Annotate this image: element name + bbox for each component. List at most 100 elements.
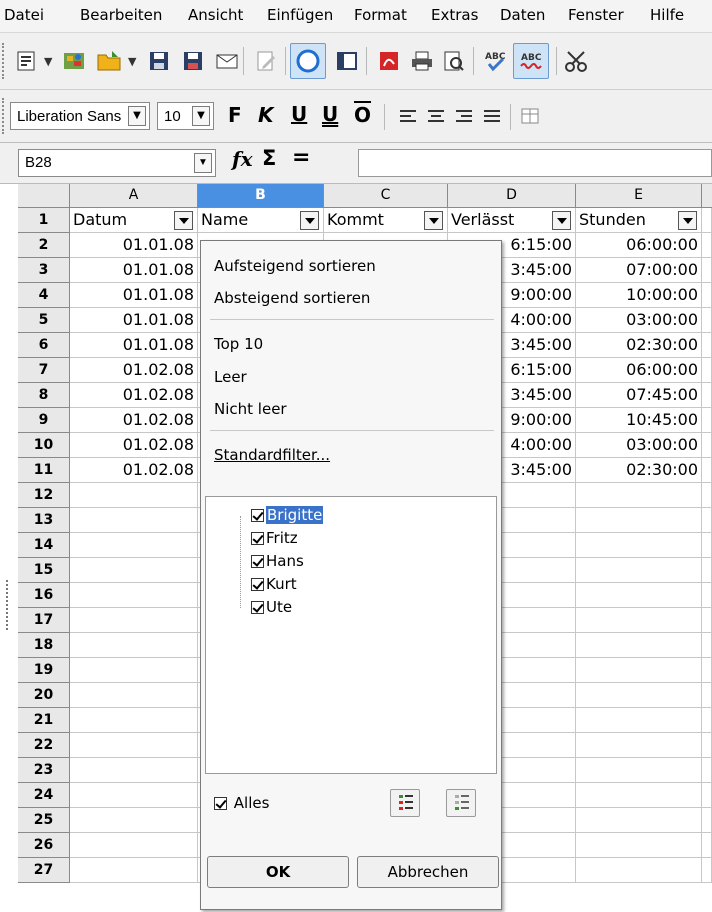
sum-button[interactable]: Σ — [262, 146, 276, 170]
select-current-only-icon[interactable] — [390, 789, 420, 817]
cell[interactable] — [702, 283, 712, 308]
cell[interactable] — [702, 658, 712, 683]
row-header[interactable]: 2 — [18, 233, 70, 258]
cancel-button[interactable]: Abbrechen — [357, 856, 499, 888]
save-icon[interactable] — [143, 45, 175, 77]
cell[interactable] — [576, 758, 702, 783]
cut-icon[interactable] — [560, 45, 592, 77]
function-wizard-button[interactable]: fx — [232, 147, 253, 171]
checkbox-checked-icon[interactable] — [251, 601, 264, 614]
cell[interactable] — [576, 858, 702, 883]
open-folder-icon[interactable] — [93, 45, 125, 77]
cell[interactable] — [70, 833, 198, 858]
column-header-c[interactable]: C — [324, 184, 448, 208]
auto-spellcheck-icon[interactable]: ABC — [513, 43, 549, 79]
cell[interactable] — [70, 508, 198, 533]
cell[interactable] — [702, 683, 712, 708]
draw-functions-icon[interactable] — [290, 43, 326, 79]
new-document-icon[interactable] — [10, 45, 42, 77]
cell[interactable] — [702, 808, 712, 833]
row-header[interactable]: 22 — [18, 733, 70, 758]
cell[interactable] — [702, 408, 712, 433]
row-header[interactable]: 24 — [18, 783, 70, 808]
justify-icon[interactable] — [476, 100, 508, 132]
cell[interactable] — [702, 533, 712, 558]
row-header[interactable]: 12 — [18, 483, 70, 508]
checkbox-checked-icon[interactable] — [251, 578, 264, 591]
row-header[interactable]: 27 — [18, 858, 70, 883]
autofilter-dropdown-button[interactable] — [552, 211, 571, 230]
row-header[interactable]: 15 — [18, 558, 70, 583]
column-header-b[interactable]: B — [198, 184, 324, 208]
row-header[interactable]: 18 — [18, 633, 70, 658]
cell[interactable] — [70, 483, 198, 508]
cell[interactable]: 01.01.08 — [70, 333, 198, 358]
row-header[interactable]: 9 — [18, 408, 70, 433]
chevron-down-icon[interactable]: ▼ — [44, 55, 52, 68]
cell[interactable] — [70, 558, 198, 583]
row-header[interactable]: 13 — [18, 508, 70, 533]
cell[interactable]: 01.02.08 — [70, 458, 198, 483]
unselect-current-only-icon[interactable] — [446, 789, 476, 817]
bold-button[interactable]: F — [228, 102, 242, 128]
cell[interactable] — [702, 783, 712, 808]
cell[interactable]: 06:00:00 — [576, 358, 702, 383]
cell[interactable]: 02:30:00 — [576, 333, 702, 358]
menu-bearbeiten[interactable]: Bearbeiten — [80, 6, 162, 24]
select-all-checkbox[interactable]: Alles — [214, 793, 269, 813]
merge-cells-icon[interactable] — [514, 100, 546, 132]
cell[interactable] — [576, 733, 702, 758]
menu-hilfe[interactable]: Hilfe — [650, 6, 684, 24]
templates-icon[interactable] — [58, 45, 90, 77]
cell[interactable] — [576, 658, 702, 683]
overline-button[interactable]: O — [354, 102, 371, 128]
menu-ansicht[interactable]: Ansicht — [188, 6, 243, 24]
standard-filter-item[interactable]: Standardfilter... — [214, 445, 330, 465]
row-header[interactable]: 8 — [18, 383, 70, 408]
cell[interactable] — [70, 583, 198, 608]
cell[interactable] — [702, 258, 712, 283]
sort-descending-item[interactable]: Absteigend sortieren — [214, 288, 370, 308]
menu-fenster[interactable]: Fenster — [568, 6, 624, 24]
cell[interactable] — [576, 633, 702, 658]
column-header-f[interactable] — [702, 184, 712, 208]
cell[interactable] — [70, 633, 198, 658]
cell[interactable] — [70, 858, 198, 883]
cell[interactable] — [702, 733, 712, 758]
chevron-down-icon[interactable]: ▼ — [194, 153, 212, 173]
cell[interactable] — [702, 308, 712, 333]
cell[interactable] — [576, 608, 702, 633]
filter-value-hans[interactable]: Hans — [251, 551, 304, 571]
cell[interactable] — [702, 433, 712, 458]
row-header[interactable]: 3 — [18, 258, 70, 283]
row-header[interactable]: 1 — [18, 208, 70, 233]
cell[interactable] — [576, 583, 702, 608]
cell[interactable] — [576, 708, 702, 733]
cell[interactable]: 10:00:00 — [576, 283, 702, 308]
row-header[interactable]: 7 — [18, 358, 70, 383]
cell[interactable] — [702, 358, 712, 383]
row-header[interactable]: 17 — [18, 608, 70, 633]
cell[interactable]: 10:45:00 — [576, 408, 702, 433]
menu-datei[interactable]: Datei — [4, 6, 44, 24]
cell[interactable] — [70, 808, 198, 833]
cell[interactable] — [702, 383, 712, 408]
spellcheck-icon[interactable]: ABC — [480, 45, 512, 77]
chevron-down-icon[interactable]: ▼ — [192, 106, 210, 126]
row-header[interactable]: 4 — [18, 283, 70, 308]
not-empty-item[interactable]: Nicht leer — [214, 399, 287, 419]
row-header[interactable]: 16 — [18, 583, 70, 608]
row-header[interactable]: 23 — [18, 758, 70, 783]
menu-daten[interactable]: Daten — [500, 6, 545, 24]
font-size-box[interactable]: 10 ▼ — [157, 102, 214, 130]
cell[interactable]: 01.02.08 — [70, 408, 198, 433]
row-header[interactable]: 5 — [18, 308, 70, 333]
column-header-a[interactable]: A — [70, 184, 198, 208]
column-header-e[interactable]: E — [576, 184, 702, 208]
cell[interactable] — [576, 508, 702, 533]
select-all-corner[interactable] — [18, 184, 70, 208]
underline-button[interactable]: U — [291, 101, 307, 127]
cell[interactable] — [70, 708, 198, 733]
cell[interactable] — [70, 733, 198, 758]
cell[interactable] — [702, 833, 712, 858]
